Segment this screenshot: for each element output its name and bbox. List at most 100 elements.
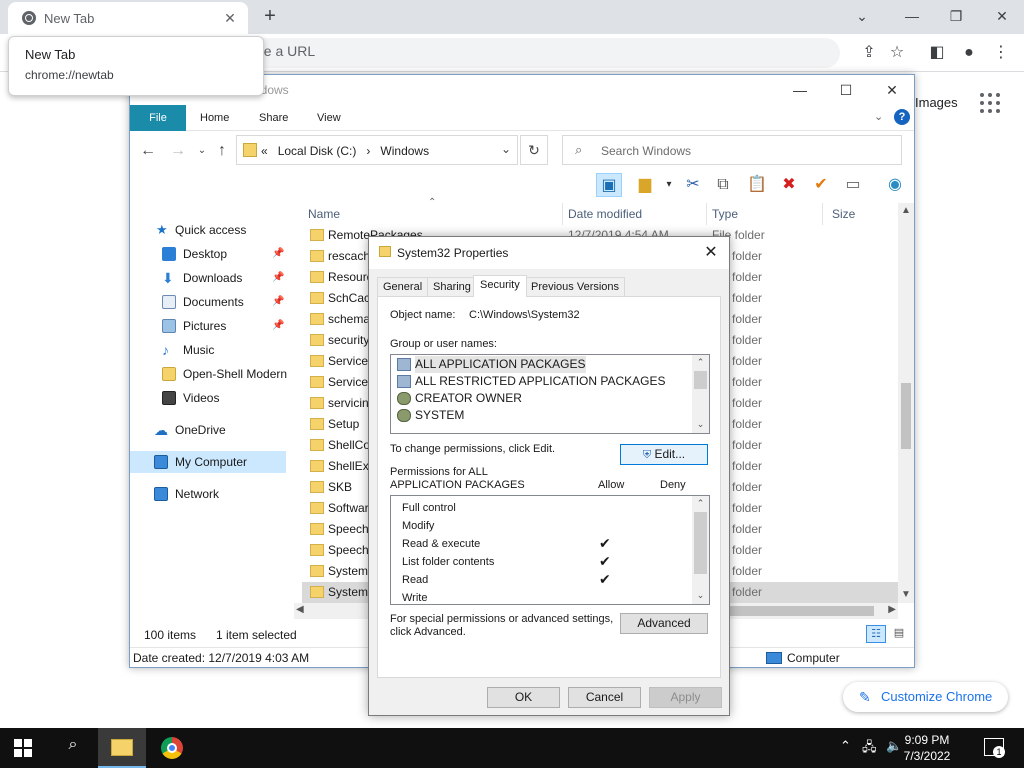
- ribbon-tab-view[interactable]: View: [303, 105, 355, 131]
- tray-chevron-up-icon[interactable]: ⌃: [840, 738, 851, 754]
- new-item-dropdown-icon[interactable]: ▾: [656, 173, 682, 197]
- recent-locations-icon[interactable]: ⌄: [192, 141, 212, 161]
- breadcrumb-windows[interactable]: Windows: [380, 144, 429, 158]
- breadcrumb-local-disk[interactable]: Local Disk (C:): [278, 144, 357, 158]
- help-icon[interactable]: ?: [894, 109, 910, 125]
- chrome-restore-icon[interactable]: ❐: [936, 2, 976, 30]
- list-item[interactable]: ALL APPLICATION PACKAGES: [393, 356, 691, 373]
- search-input[interactable]: ⌕ Search Windows: [562, 135, 902, 165]
- nav-onedrive[interactable]: ☁ OneDrive: [130, 419, 294, 441]
- details-view-icon[interactable]: ☷: [866, 625, 886, 643]
- ntp-images-link[interactable]: Images: [915, 95, 958, 110]
- column-header-size[interactable]: Size: [832, 207, 855, 221]
- profile-avatar-icon[interactable]: ●: [958, 42, 980, 64]
- nav-open-shell-modern[interactable]: Open-Shell Modern: [130, 363, 294, 385]
- pin-icon[interactable]: 📌: [272, 315, 284, 337]
- new-folder-toolbar-icon[interactable]: ▆: [632, 173, 658, 197]
- side-panel-icon[interactable]: ◧: [926, 42, 948, 64]
- scroll-up-icon[interactable]: ▲: [898, 205, 914, 216]
- chrome-minimize-icon[interactable]: —: [892, 2, 932, 30]
- apply-button[interactable]: Apply: [649, 687, 722, 708]
- ribbon-expand-icon[interactable]: ⌄: [874, 110, 883, 123]
- nav-videos[interactable]: Videos: [130, 387, 294, 409]
- large-icons-view-icon[interactable]: ▤: [890, 625, 908, 643]
- delete-icon[interactable]: ✖: [776, 173, 802, 197]
- nav-desktop[interactable]: Desktop 📌: [130, 243, 294, 265]
- search-icon[interactable]: ⌕: [62, 736, 84, 758]
- column-header-type[interactable]: Type: [712, 207, 738, 221]
- scroll-down-icon[interactable]: ⌄: [692, 590, 709, 601]
- list-item[interactable]: ALL RESTRICTED APPLICATION PACKAGES: [393, 373, 691, 390]
- breadcrumb-prefix[interactable]: «: [261, 144, 268, 158]
- nav-quick-access[interactable]: ★ Quick access: [130, 219, 294, 241]
- address-bar[interactable]: « Local Disk (C:) › Windows ⌄: [236, 135, 518, 165]
- cut-icon[interactable]: ✂: [680, 173, 706, 197]
- permissions-scrollbar[interactable]: ⌃ ⌄: [692, 496, 709, 604]
- chrome-close-icon[interactable]: ✕: [982, 2, 1022, 30]
- nav-pictures[interactable]: Pictures 📌: [130, 315, 294, 337]
- globe-icon[interactable]: ◉: [882, 173, 908, 197]
- pin-icon[interactable]: 📌: [272, 267, 284, 289]
- column-header-name[interactable]: Name: [308, 207, 340, 221]
- ribbon-tab-share[interactable]: Share: [245, 105, 302, 131]
- explorer-minimize-icon[interactable]: —: [780, 79, 820, 101]
- rename-icon[interactable]: ▭: [840, 173, 866, 197]
- nav-my-computer[interactable]: My Computer: [130, 451, 286, 473]
- chrome-chevron-down-icon[interactable]: ⌄: [842, 2, 882, 30]
- file-list-vertical-scrollbar[interactable]: ▲ ▼: [898, 203, 914, 603]
- ribbon-tab-home[interactable]: Home: [186, 105, 243, 131]
- taskbar-clock[interactable]: 9:09 PM 7/3/2022: [900, 732, 954, 764]
- tab-sharing[interactable]: Sharing: [427, 277, 477, 297]
- nav-downloads[interactable]: ⬇ Downloads 📌: [130, 267, 294, 289]
- explorer-close-icon[interactable]: ✕: [872, 79, 912, 101]
- pin-icon[interactable]: 📌: [272, 243, 284, 265]
- list-item[interactable]: SYSTEM: [393, 407, 691, 424]
- up-arrow-icon[interactable]: ↑: [212, 141, 232, 161]
- copy-icon[interactable]: ⧉: [710, 173, 736, 197]
- paste-icon[interactable]: 📋: [744, 173, 770, 197]
- address-dropdown-icon[interactable]: ⌄: [501, 142, 511, 156]
- scroll-down-icon[interactable]: ▼: [898, 589, 914, 600]
- tab-security[interactable]: Security: [473, 275, 527, 297]
- ribbon-tab-file[interactable]: File: [130, 105, 186, 131]
- edit-button[interactable]: ⛨ Edit...: [620, 444, 708, 465]
- column-header-date[interactable]: Date modified: [568, 207, 642, 221]
- back-arrow-icon[interactable]: ←: [138, 141, 158, 161]
- forward-arrow-icon[interactable]: →: [168, 141, 188, 161]
- nav-documents[interactable]: Documents 📌: [130, 291, 294, 313]
- list-item[interactable]: CREATOR OWNER: [393, 390, 691, 407]
- pin-icon[interactable]: 📌: [272, 291, 284, 313]
- scroll-right-icon[interactable]: ▶: [888, 604, 896, 615]
- share-icon[interactable]: ⇪: [858, 42, 880, 64]
- properties-checkmark-icon[interactable]: ✔: [808, 173, 834, 197]
- nav-music[interactable]: ♪ Music: [130, 339, 294, 361]
- advanced-button[interactable]: Advanced: [620, 613, 708, 634]
- windows-start-icon[interactable]: [14, 739, 32, 757]
- group-user-list[interactable]: ALL APPLICATION PACKAGES ALL RESTRICTED …: [390, 354, 710, 434]
- explorer-maximize-icon[interactable]: ☐: [826, 79, 866, 101]
- group-list-scrollbar[interactable]: ⌃ ⌄: [692, 355, 709, 433]
- tab-new-tab[interactable]: New Tab ✕: [8, 2, 248, 34]
- navigation-pane-icon[interactable]: ▣: [596, 173, 622, 197]
- scroll-thumb[interactable]: [901, 383, 911, 449]
- new-tab-button[interactable]: +: [258, 4, 282, 28]
- taskbar-chrome[interactable]: [148, 728, 196, 768]
- scroll-down-icon[interactable]: ⌄: [692, 419, 709, 430]
- nav-network[interactable]: Network: [130, 483, 294, 505]
- network-tray-icon[interactable]: 🖧: [862, 738, 877, 760]
- tab-previous-versions[interactable]: Previous Versions: [525, 277, 626, 297]
- scroll-thumb[interactable]: [694, 371, 707, 389]
- tab-close-icon[interactable]: ✕: [220, 8, 240, 28]
- customize-chrome-button[interactable]: ✎ Customize Chrome: [843, 682, 1008, 712]
- scroll-thumb[interactable]: [694, 512, 707, 574]
- taskbar-file-explorer[interactable]: [98, 728, 146, 768]
- tab-general[interactable]: General: [377, 277, 429, 297]
- refresh-icon[interactable]: ↻: [520, 135, 548, 165]
- bookmark-star-icon[interactable]: ☆: [886, 42, 908, 64]
- scroll-left-icon[interactable]: ◀: [296, 604, 304, 615]
- cancel-button[interactable]: Cancel: [568, 687, 641, 708]
- google-apps-icon[interactable]: [980, 93, 1000, 113]
- dialog-close-icon[interactable]: ✕: [699, 241, 723, 265]
- scroll-up-icon[interactable]: ⌃: [692, 498, 709, 509]
- scroll-up-icon[interactable]: ⌃: [692, 357, 709, 368]
